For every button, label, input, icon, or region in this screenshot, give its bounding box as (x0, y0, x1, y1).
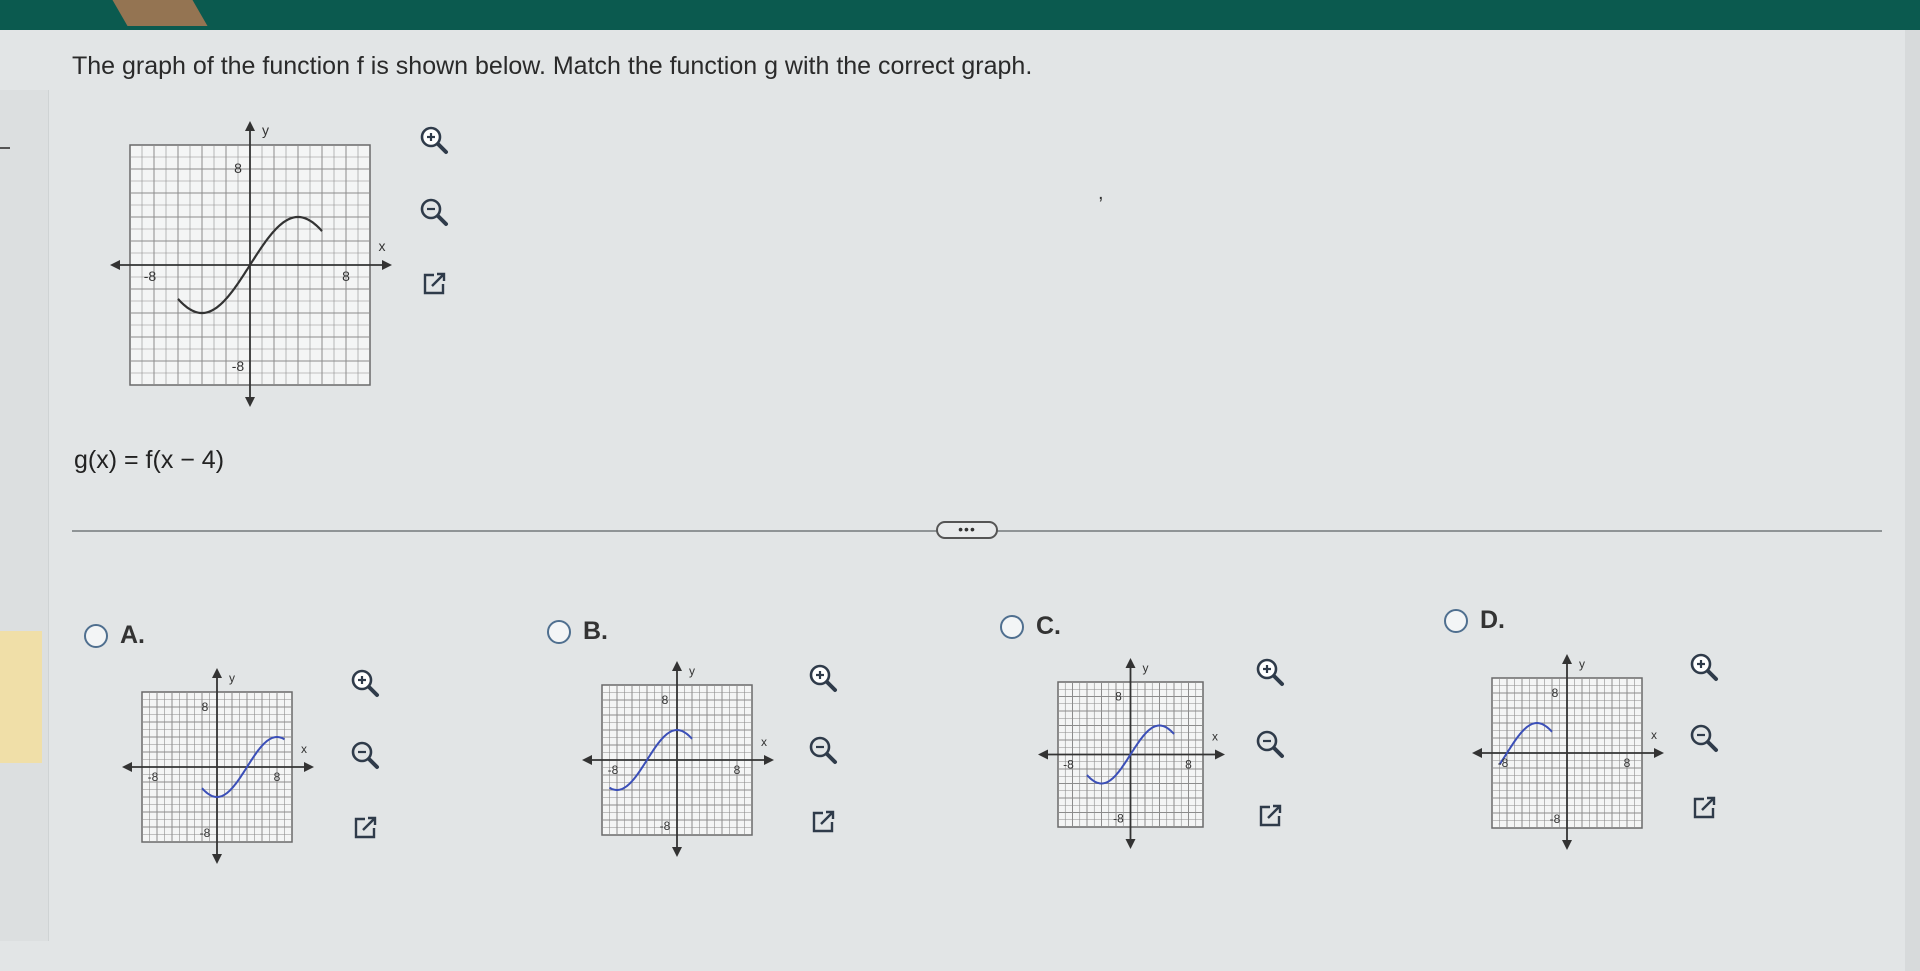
zoom-out-icon[interactable] (412, 190, 456, 234)
graph-choice-b: y x 8 -8 -8 8 (572, 655, 782, 865)
choice-d-label: D. (1480, 606, 1505, 634)
y-axis-label: y (262, 122, 269, 138)
x-min-label: -8 (144, 268, 157, 284)
y-max-label: 8 (1552, 686, 1559, 700)
x-axis-arrow (1472, 748, 1482, 758)
y-axis-label: y (1579, 657, 1585, 671)
left-gutter (0, 90, 49, 941)
y-axis-arrow (672, 847, 682, 857)
x-max-label: 8 (1185, 758, 1192, 772)
function-g-label: g(x) = f(x − 4) (74, 446, 225, 474)
x-axis-arrow (1038, 749, 1048, 760)
zoom-out-icon[interactable] (343, 733, 387, 777)
x-axis-arrow (110, 260, 120, 270)
x-max-label: 8 (342, 268, 350, 284)
y-axis-arrow (1562, 654, 1572, 664)
y-axis-label: y (1143, 661, 1149, 675)
choice-d[interactable]: D. (1444, 606, 1505, 635)
x-max-label: 8 (734, 763, 741, 777)
choice-c-label: C. (1036, 612, 1061, 640)
y-max-label: 8 (1115, 690, 1122, 704)
x-axis-label: x (379, 238, 386, 254)
x-min-label: -8 (1498, 756, 1509, 770)
y-axis-arrow (245, 121, 255, 131)
y-axis-arrow (212, 854, 222, 864)
x-axis-arrow (1654, 748, 1664, 758)
top-bar (0, 0, 1920, 30)
zoom-out-icon[interactable] (1248, 722, 1292, 766)
graph-f: y x 8 -8 -8 8 (100, 115, 400, 415)
y-max-label: 8 (234, 160, 242, 176)
y-max-label: 8 (202, 700, 209, 714)
x-axis-arrow (764, 755, 774, 765)
choice-b[interactable]: B. (547, 617, 608, 646)
y-min-label: -8 (232, 358, 245, 374)
choice-b-label: B. (583, 617, 608, 645)
x-axis-label: x (301, 742, 307, 756)
zoom-in-icon[interactable] (343, 661, 387, 705)
x-axis-arrow (122, 762, 132, 772)
zoom-in-icon[interactable] (412, 118, 456, 162)
y-axis-arrow (245, 397, 255, 407)
external-link-icon[interactable] (1248, 794, 1292, 838)
x-axis-label: x (761, 735, 767, 749)
graph-choice-c: y x 8 -8 -8 8 (1028, 652, 1233, 857)
y-axis-arrow (672, 661, 682, 671)
graph-choice-d: y x 8 -8 -8 8 (1462, 648, 1672, 858)
x-min-label: -8 (1063, 758, 1074, 772)
x-max-label: 8 (274, 770, 281, 784)
y-min-label: -8 (1113, 812, 1124, 826)
external-link-icon[interactable] (1682, 786, 1726, 830)
x-min-label: -8 (148, 770, 159, 784)
stray-comma: , (1098, 182, 1104, 204)
x-axis-arrow (382, 260, 392, 270)
x-axis-arrow (582, 755, 592, 765)
x-axis-label: x (1212, 730, 1218, 744)
y-min-label: -8 (660, 819, 671, 833)
zoom-in-icon[interactable] (1248, 650, 1292, 694)
external-link-icon[interactable] (412, 262, 456, 306)
radio-c[interactable] (1000, 614, 1024, 639)
x-axis-label: x (1651, 728, 1657, 742)
radio-b[interactable] (547, 619, 571, 644)
question-text: The graph of the function f is shown bel… (72, 52, 1033, 80)
y-axis-label: y (229, 671, 235, 685)
zoom-in-icon[interactable] (801, 656, 845, 700)
x-axis-arrow (1215, 749, 1225, 760)
gutter-highlight (0, 631, 42, 763)
radio-d[interactable] (1444, 608, 1468, 633)
gutter-tick (0, 147, 10, 149)
choice-a-label: A. (120, 621, 145, 649)
y-max-label: 8 (662, 693, 669, 707)
more-button[interactable]: ••• (936, 521, 998, 539)
external-link-icon[interactable] (343, 806, 387, 850)
y-min-label: -8 (1550, 812, 1561, 826)
y-axis-arrow (1562, 840, 1572, 850)
top-bar-accent (112, 0, 208, 26)
zoom-out-icon[interactable] (801, 728, 845, 772)
zoom-out-icon[interactable] (1682, 716, 1726, 760)
x-axis-arrow (304, 762, 314, 772)
x-min-label: -8 (608, 763, 619, 777)
choice-c[interactable]: C. (1000, 612, 1061, 641)
y-axis-arrow (1125, 839, 1136, 849)
y-axis-label: y (689, 664, 695, 678)
external-link-icon[interactable] (801, 800, 845, 844)
graph-choice-a: y x 8 -8 -8 8 (112, 662, 322, 872)
zoom-in-icon[interactable] (1682, 645, 1726, 689)
y-axis-arrow (212, 668, 222, 678)
radio-a[interactable] (84, 623, 108, 648)
choice-a[interactable]: A. (84, 621, 145, 650)
y-min-label: -8 (200, 826, 211, 840)
x-max-label: 8 (1624, 756, 1631, 770)
y-axis-arrow (1125, 658, 1136, 668)
